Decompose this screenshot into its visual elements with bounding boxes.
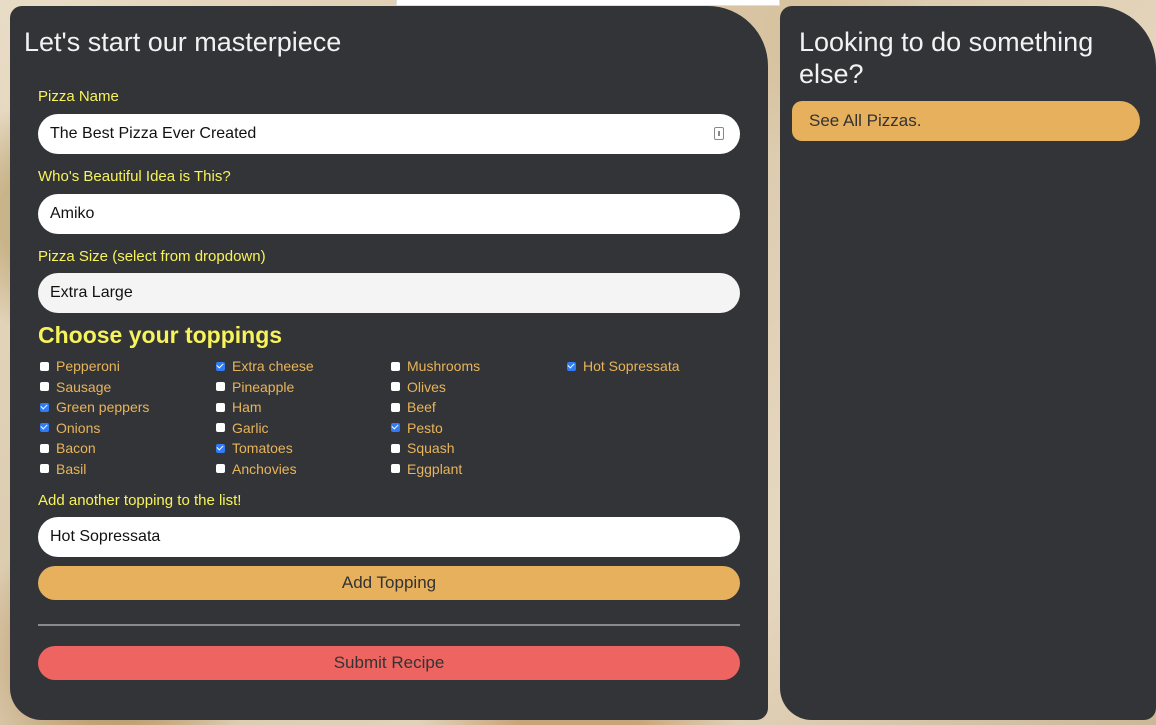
topping-label: Sausage bbox=[56, 378, 112, 395]
pizza-size-value: Extra Large bbox=[50, 284, 133, 301]
navigation-panel: Looking to do something else? See All Pi… bbox=[780, 6, 1156, 720]
topping-checkbox[interactable] bbox=[216, 402, 225, 412]
topping-checkbox[interactable] bbox=[391, 361, 400, 371]
topping-checkbox[interactable] bbox=[216, 361, 225, 371]
topping-label: Olives bbox=[407, 378, 446, 395]
recipe-form-panel: Let's start our masterpiece Pizza Name T… bbox=[10, 6, 768, 720]
side-title: Looking to do something else? bbox=[799, 27, 1094, 89]
new-topping-label: Add another topping to the list! bbox=[38, 492, 242, 509]
topping-label: Green peppers bbox=[56, 399, 150, 415]
topping-option[interactable]: Ham bbox=[216, 398, 262, 416]
topping-option[interactable]: Mushrooms bbox=[391, 357, 480, 375]
topping-checkbox[interactable] bbox=[216, 464, 225, 473]
topping-label: Squash bbox=[407, 440, 455, 456]
topping-checkbox[interactable] bbox=[391, 423, 400, 432]
pizza-name-value: The Best Pizza Ever Created bbox=[50, 125, 257, 142]
creator-value: Amiko bbox=[50, 205, 95, 222]
topping-option[interactable]: Pineapple bbox=[216, 378, 294, 396]
topping-option[interactable]: Tomatoes bbox=[216, 439, 293, 457]
topping-option[interactable]: Beef bbox=[391, 398, 436, 416]
topping-checkbox[interactable] bbox=[40, 464, 49, 473]
topping-label: Pepperoni bbox=[56, 358, 120, 374]
topping-checkbox[interactable] bbox=[40, 423, 49, 432]
pizza-name-input[interactable]: The Best Pizza Ever Created bbox=[38, 114, 740, 154]
topping-label: Anchovies bbox=[232, 460, 297, 477]
topping-option[interactable]: Sausage bbox=[40, 378, 111, 396]
creator-input[interactable]: Amiko bbox=[38, 194, 740, 234]
topping-option[interactable]: Eggplant bbox=[391, 460, 462, 478]
topping-label: Pesto bbox=[407, 419, 443, 436]
creator-label: Who's Beautiful Idea is This? bbox=[38, 168, 231, 185]
topping-checkbox[interactable] bbox=[216, 382, 225, 391]
topping-checkbox[interactable] bbox=[567, 361, 576, 371]
topping-label: Extra cheese bbox=[232, 358, 314, 374]
topping-label: Beef bbox=[407, 399, 436, 415]
topping-checkbox[interactable] bbox=[216, 423, 225, 432]
topping-label: Hot Sopressata bbox=[583, 358, 680, 374]
submit-recipe-button[interactable]: Submit Recipe bbox=[38, 646, 740, 680]
topping-option[interactable]: Extra cheese bbox=[216, 357, 314, 375]
topping-label: Garlic bbox=[232, 419, 269, 436]
topping-label: Pineapple bbox=[232, 378, 295, 395]
topping-checkbox[interactable] bbox=[391, 402, 400, 412]
divider bbox=[38, 624, 740, 626]
topping-checkbox[interactable] bbox=[391, 443, 400, 453]
topping-option[interactable]: Hot Sopressata bbox=[567, 357, 680, 375]
topping-checkbox[interactable] bbox=[40, 361, 49, 371]
autofill-icon[interactable] bbox=[714, 127, 724, 140]
topping-label: Basil bbox=[56, 460, 87, 477]
topping-label: Onions bbox=[56, 419, 101, 436]
pizza-name-label: Pizza Name bbox=[38, 88, 119, 105]
topping-checkbox[interactable] bbox=[40, 382, 49, 391]
form-title: Let's start our masterpiece bbox=[24, 27, 342, 57]
topping-option[interactable]: Anchovies bbox=[216, 460, 297, 478]
topping-label: Mushrooms bbox=[407, 358, 481, 374]
toppings-heading: Choose your toppings bbox=[38, 322, 283, 348]
topping-checkbox[interactable] bbox=[391, 382, 400, 391]
see-all-pizzas-link[interactable]: See All Pizzas. bbox=[792, 101, 1140, 141]
topping-option[interactable]: Pepperoni bbox=[40, 357, 120, 375]
topping-option[interactable]: Olives bbox=[391, 378, 446, 396]
topping-option[interactable]: Garlic bbox=[216, 419, 269, 437]
topping-option[interactable]: Squash bbox=[391, 439, 454, 457]
topping-checkbox[interactable] bbox=[40, 402, 49, 412]
topping-option[interactable]: Basil bbox=[40, 460, 86, 478]
topping-label: Bacon bbox=[56, 440, 96, 456]
new-topping-value: Hot Sopressata bbox=[50, 528, 161, 545]
pizza-size-select[interactable]: Extra Large bbox=[38, 273, 740, 313]
topping-option[interactable]: Green peppers bbox=[40, 398, 149, 416]
topping-checkbox[interactable] bbox=[216, 443, 225, 453]
topping-label: Eggplant bbox=[407, 460, 463, 477]
add-topping-button[interactable]: Add Topping bbox=[38, 566, 740, 600]
topping-label: Tomatoes bbox=[232, 440, 293, 456]
topping-option[interactable]: Bacon bbox=[40, 439, 96, 457]
new-topping-input[interactable]: Hot Sopressata bbox=[38, 517, 740, 557]
pizza-size-label: Pizza Size (select from dropdown) bbox=[38, 248, 266, 265]
topping-option[interactable]: Onions bbox=[40, 419, 100, 437]
topping-label: Ham bbox=[232, 399, 262, 415]
topping-checkbox[interactable] bbox=[391, 464, 400, 473]
topping-checkbox[interactable] bbox=[40, 443, 49, 453]
topping-option[interactable]: Pesto bbox=[391, 419, 443, 437]
